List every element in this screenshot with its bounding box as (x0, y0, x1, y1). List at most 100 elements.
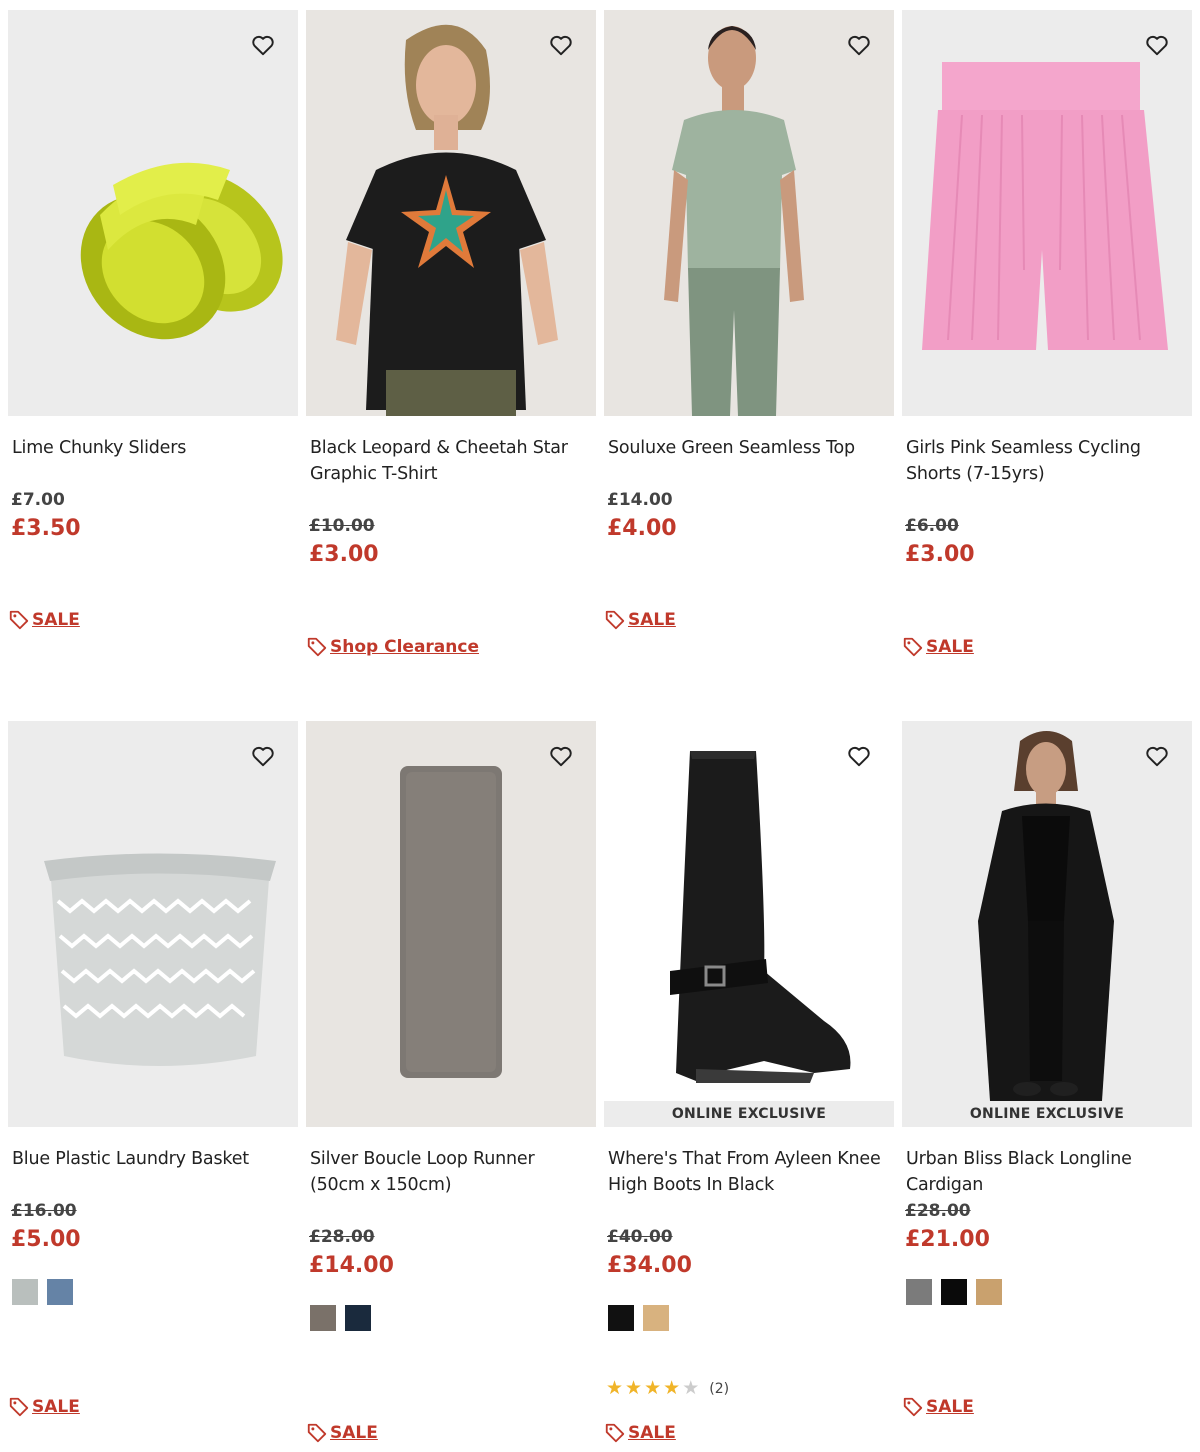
product-card[interactable]: Black Leopard & Cheetah Star Graphic T-S… (306, 10, 596, 680)
tag-icon (605, 610, 625, 630)
original-price: £10.00 (309, 516, 375, 536)
product-title[interactable]: Girls Pink Seamless Cycling Shorts (7-15… (906, 435, 1190, 487)
sale-price: £3.00 (905, 542, 975, 567)
colour-swatch[interactable] (976, 1279, 1002, 1305)
tag-icon (903, 1397, 923, 1417)
product-title[interactable]: Silver Boucle Loop Runner (50cm x 150cm) (310, 1146, 594, 1198)
heart-icon[interactable] (250, 743, 276, 769)
product-image[interactable] (8, 721, 298, 1127)
product-image[interactable] (8, 10, 298, 416)
product-card[interactable]: Silver Boucle Loop Runner (50cm x 150cm)… (306, 721, 596, 1451)
tag-label: SALE (926, 637, 974, 657)
sale-price: £14.00 (309, 1253, 394, 1278)
product-title[interactable]: Urban Bliss Black Longline Cardigan (906, 1146, 1190, 1198)
sale-price: £3.50 (11, 516, 81, 541)
heart-icon[interactable] (1144, 32, 1170, 58)
star-empty-icon: ★ (682, 1377, 700, 1399)
product-image[interactable]: ONLINE EXCLUSIVE (604, 721, 894, 1127)
tag-label: SALE (926, 1397, 974, 1417)
original-price: £28.00 (309, 1227, 375, 1247)
tag-icon (307, 1423, 327, 1443)
product-card[interactable]: Blue Plastic Laundry Basket £16.00 £5.00… (8, 721, 298, 1441)
review-count: (2) (709, 1380, 730, 1397)
colour-swatches (608, 1305, 669, 1331)
tag-label: SALE (32, 1397, 80, 1417)
original-price: £28.00 (905, 1201, 971, 1221)
product-image[interactable] (604, 10, 894, 416)
product-title[interactable]: Souluxe Green Seamless Top (608, 435, 892, 461)
product-card[interactable]: Lime Chunky Sliders £7.00 £3.50 SALE (8, 10, 298, 650)
sale-price: £4.00 (607, 516, 677, 541)
colour-swatch[interactable] (608, 1305, 634, 1331)
sale-tag-link[interactable]: SALE (902, 636, 974, 658)
tshirt-model-image (336, 24, 558, 416)
colour-swatches (310, 1305, 371, 1331)
product-card[interactable]: ONLINE EXCLUSIVE Where's That From Aylee… (604, 721, 894, 1451)
heart-icon[interactable] (250, 32, 276, 58)
star-icon: ★ (644, 1377, 662, 1399)
tag-icon (9, 1397, 29, 1417)
colour-swatch[interactable] (310, 1305, 336, 1331)
star-icon: ★ (625, 1377, 643, 1399)
original-price: £14.00 (607, 490, 673, 510)
clearance-tag-link[interactable]: Shop Clearance (306, 636, 479, 658)
sale-tag-link[interactable]: SALE (306, 1422, 378, 1444)
heart-icon[interactable] (846, 32, 872, 58)
product-title[interactable]: Black Leopard & Cheetah Star Graphic T-S… (310, 435, 594, 487)
product-card[interactable]: Girls Pink Seamless Cycling Shorts (7-15… (902, 10, 1192, 680)
product-card[interactable]: Souluxe Green Seamless Top £14.00 £4.00 … (604, 10, 894, 650)
sale-price: £3.00 (309, 542, 379, 567)
slider-image (80, 162, 283, 340)
colour-swatches (12, 1279, 73, 1305)
colour-swatch[interactable] (941, 1279, 967, 1305)
colour-swatch[interactable] (643, 1305, 669, 1331)
product-title[interactable]: Blue Plastic Laundry Basket (12, 1146, 296, 1172)
tag-label: SALE (628, 1423, 676, 1443)
tag-icon (605, 1423, 625, 1443)
heart-icon[interactable] (548, 32, 574, 58)
tag-icon (903, 637, 923, 657)
colour-swatch[interactable] (47, 1279, 73, 1305)
sale-tag-link[interactable]: SALE (604, 1422, 676, 1444)
heart-icon[interactable] (846, 743, 872, 769)
original-price: £40.00 (607, 1227, 673, 1247)
original-price: £7.00 (11, 490, 65, 510)
knee-boot-image (670, 751, 851, 1083)
tag-label: Shop Clearance (330, 637, 479, 657)
colour-swatches (906, 1279, 1002, 1305)
sale-price: £34.00 (607, 1253, 692, 1278)
cardigan-model-image (978, 731, 1114, 1101)
pink-shorts-image (922, 62, 1168, 350)
heart-icon[interactable] (548, 743, 574, 769)
online-exclusive-badge: ONLINE EXCLUSIVE (604, 1101, 894, 1127)
colour-swatch[interactable] (906, 1279, 932, 1305)
product-image[interactable] (306, 10, 596, 416)
star-icon: ★ (606, 1377, 624, 1399)
green-top-model-image (664, 26, 804, 416)
product-image[interactable] (902, 10, 1192, 416)
sale-tag-link[interactable]: SALE (902, 1396, 974, 1418)
product-title[interactable]: Where's That From Ayleen Knee High Boots… (608, 1146, 892, 1198)
product-image[interactable] (306, 721, 596, 1127)
colour-swatch[interactable] (345, 1305, 371, 1331)
star-icon: ★ (663, 1377, 681, 1399)
original-price: £6.00 (905, 516, 959, 536)
sale-price: £21.00 (905, 1227, 990, 1252)
heart-icon[interactable] (1144, 743, 1170, 769)
tag-label: SALE (330, 1423, 378, 1443)
tag-label: SALE (32, 610, 80, 630)
tag-icon (307, 637, 327, 657)
laundry-basket-image (44, 853, 276, 1066)
sale-tag-link[interactable]: SALE (8, 609, 80, 631)
runner-rug-image (400, 766, 502, 1078)
sale-tag-link[interactable]: SALE (8, 1396, 80, 1418)
tag-label: SALE (628, 610, 676, 630)
product-image[interactable]: ONLINE EXCLUSIVE (902, 721, 1192, 1127)
product-card[interactable]: ONLINE EXCLUSIVE Urban Bliss Black Longl… (902, 721, 1192, 1441)
star-rating[interactable]: ★ ★ ★ ★ ★ (2) (606, 1379, 729, 1398)
product-title[interactable]: Lime Chunky Sliders (12, 435, 296, 461)
colour-swatch[interactable] (12, 1279, 38, 1305)
tag-icon (9, 610, 29, 630)
sale-tag-link[interactable]: SALE (604, 609, 676, 631)
sale-price: £5.00 (11, 1227, 81, 1252)
